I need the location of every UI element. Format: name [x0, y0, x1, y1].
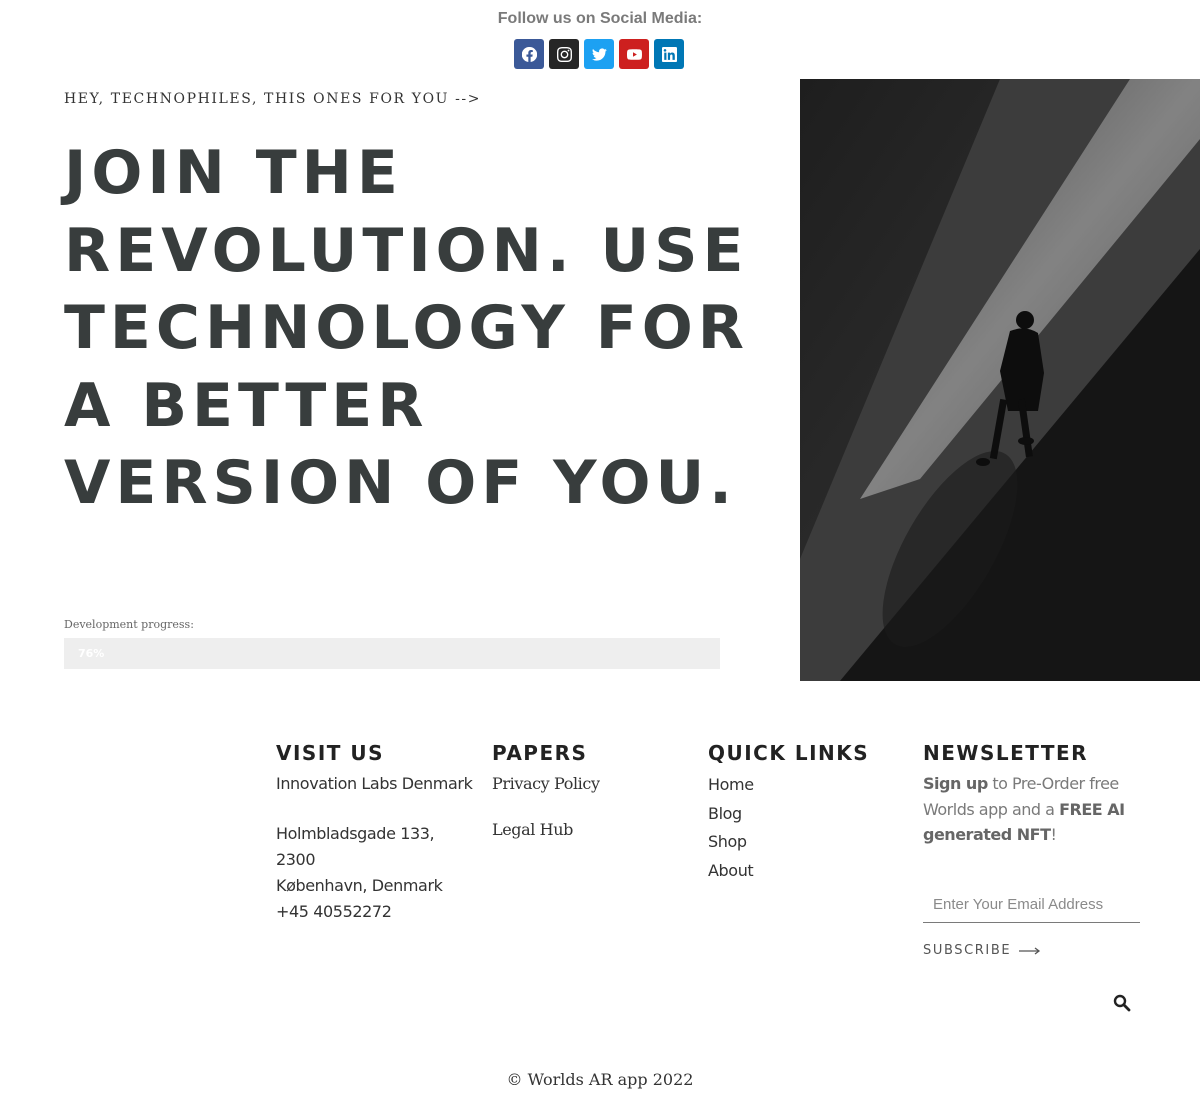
blog-link[interactable]: Blog — [708, 800, 908, 829]
facebook-icon — [521, 46, 537, 62]
privacy-policy-link[interactable]: Privacy Policy — [492, 771, 692, 797]
progress-bar: 76% — [64, 638, 720, 669]
newsletter-strong-1: Sign up — [923, 774, 988, 793]
hero-headline: JOIN THE REVOLUTION. USE TECHNOLOGY FOR … — [64, 138, 749, 518]
legal-hub-link[interactable]: Legal Hub — [492, 817, 692, 843]
quick-links-column: QUICK LINKS Home Blog Shop About — [708, 741, 908, 885]
copyright-text: © Worlds AR app 2022 — [506, 1070, 694, 1089]
progress-percent: 76% — [78, 647, 105, 660]
instagram-icon — [556, 46, 572, 62]
youtube-button[interactable] — [619, 39, 649, 69]
email-input[interactable] — [923, 887, 1140, 923]
visit-us-column: VISIT US Innovation Labs Denmark Holmbla… — [276, 741, 476, 925]
hero-eyebrow: HEY, TECHNOPHILES, THIS ONES FOR YOU --> — [64, 91, 482, 107]
instagram-button[interactable] — [549, 39, 579, 69]
linkedin-button[interactable] — [654, 39, 684, 69]
newsletter-description: Sign up to Pre-Order free Worlds app and… — [923, 771, 1143, 848]
papers-column: PAPERS Privacy Policy Legal Hub — [492, 741, 692, 843]
newsletter-text-end: ! — [1050, 825, 1057, 844]
social-media-title: Follow us on Social Media: — [497, 10, 703, 27]
address-line-2: København, Denmark — [276, 876, 443, 895]
shop-link[interactable]: Shop — [708, 828, 908, 857]
phone-number: +45 40552272 — [276, 902, 392, 921]
progress-bar-fill: 76% — [64, 638, 563, 669]
progress-label: Development progress: — [64, 618, 194, 631]
newsletter-column: NEWSLETTER Sign up to Pre-Order free Wor… — [923, 741, 1143, 848]
about-link[interactable]: About — [708, 857, 908, 886]
quick-links-title: QUICK LINKS — [708, 741, 870, 765]
arrow-right-icon — [1019, 946, 1041, 955]
subscribe-button[interactable]: SUBSCRIBE — [923, 943, 1041, 958]
address-line-1: Holmbladsgade 133, 2300 — [276, 824, 435, 869]
linkedin-icon — [661, 46, 677, 62]
social-icons-row — [514, 39, 684, 69]
youtube-icon — [626, 48, 642, 60]
home-link[interactable]: Home — [708, 771, 908, 800]
subscribe-label: SUBSCRIBE — [923, 943, 1012, 958]
twitter-icon — [591, 47, 607, 61]
company-name: Innovation Labs Denmark — [276, 774, 473, 793]
visit-us-title: VISIT US — [276, 741, 385, 765]
twitter-button[interactable] — [584, 39, 614, 69]
search-icon[interactable] — [1113, 994, 1131, 1012]
papers-title: PAPERS — [492, 741, 588, 765]
newsletter-title: NEWSLETTER — [923, 741, 1089, 765]
facebook-button[interactable] — [514, 39, 544, 69]
hero-photo — [800, 79, 1200, 681]
